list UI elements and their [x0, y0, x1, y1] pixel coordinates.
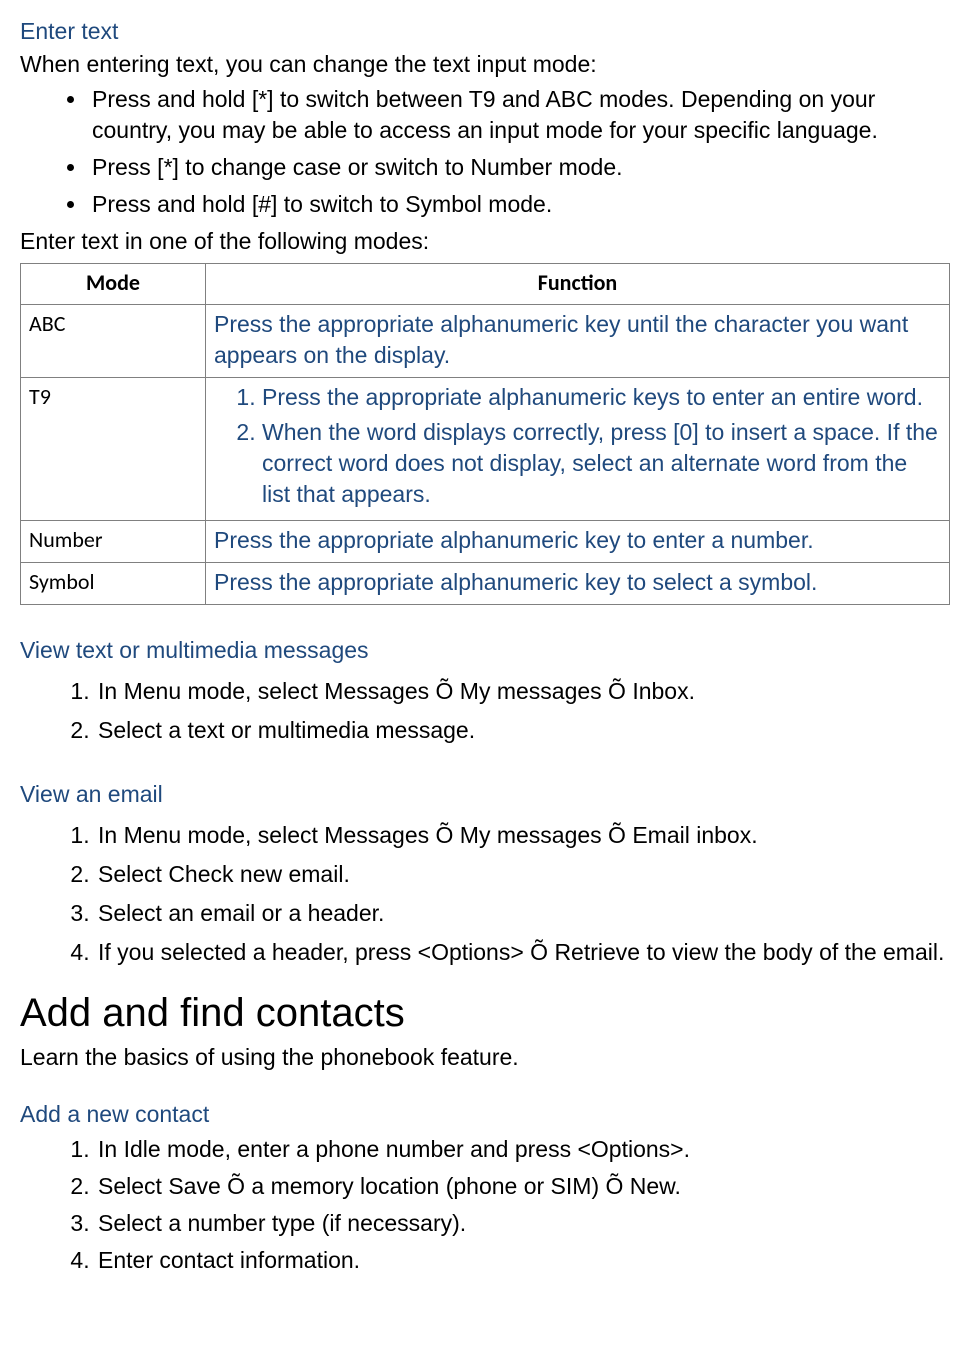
list-item: In Menu mode, select Messages Õ My messa…: [96, 676, 950, 707]
heading-view-email: View an email: [20, 779, 950, 810]
list-item: When the word displays correctly, press …: [262, 417, 941, 510]
heading-contacts: Add and find contacts: [20, 986, 950, 1040]
contacts-intro: Learn the basics of using the phonebook …: [20, 1042, 950, 1073]
enter-text-post: Enter text in one of the following modes…: [20, 226, 950, 257]
view-messages-steps: In Menu mode, select Messages Õ My messa…: [20, 676, 950, 746]
enter-text-intro: When entering text, you can change the t…: [20, 49, 950, 80]
list-item: Press the appropriate alphanumeric keys …: [262, 382, 941, 413]
add-contact-steps: In Idle mode, enter a phone number and p…: [20, 1134, 950, 1276]
heading-add-contact: Add a new contact: [20, 1099, 950, 1130]
list-item: Press and hold [#] to switch to Symbol m…: [88, 189, 950, 220]
func-cell: Press the appropriate alphanumeric key t…: [206, 563, 950, 605]
table-row: T9 Press the appropriate alphanumeric ke…: [21, 378, 950, 521]
list-item: Press [*] to change case or switch to Nu…: [88, 152, 950, 183]
list-item: If you selected a header, press <Options…: [96, 937, 950, 968]
list-item: Select an email or a header.: [96, 898, 950, 929]
modes-table: Mode Function ABC Press the appropriate …: [20, 263, 950, 605]
view-email-steps: In Menu mode, select Messages Õ My messa…: [20, 820, 950, 968]
mode-cell: ABC: [21, 305, 206, 378]
func-cell: Press the appropriate alphanumeric key t…: [206, 521, 950, 563]
table-row: ABC Press the appropriate alphanumeric k…: [21, 305, 950, 378]
func-cell: Press the appropriate alphanumeric key u…: [206, 305, 950, 378]
list-item: Select a number type (if necessary).: [96, 1208, 950, 1239]
table-header-function: Function: [206, 264, 950, 305]
heading-view-messages: View text or multimedia messages: [20, 635, 950, 666]
list-item: In Menu mode, select Messages Õ My messa…: [96, 820, 950, 851]
mode-cell: Symbol: [21, 563, 206, 605]
mode-cell: T9: [21, 378, 206, 521]
list-item: Select a text or multimedia message.: [96, 715, 950, 746]
list-item: Enter contact information.: [96, 1245, 950, 1276]
list-item: Select Save Õ a memory location (phone o…: [96, 1171, 950, 1202]
enter-text-bullets: Press and hold [*] to switch between T9 …: [20, 84, 950, 220]
func-cell: Press the appropriate alphanumeric keys …: [206, 378, 950, 521]
list-item: In Idle mode, enter a phone number and p…: [96, 1134, 950, 1165]
table-row: Symbol Press the appropriate alphanumeri…: [21, 563, 950, 605]
list-item: Select Check new email.: [96, 859, 950, 890]
list-item: Press and hold [*] to switch between T9 …: [88, 84, 950, 146]
mode-cell: Number: [21, 521, 206, 563]
heading-enter-text: Enter text: [20, 16, 950, 47]
table-header-mode: Mode: [21, 264, 206, 305]
table-row: Number Press the appropriate alphanumeri…: [21, 521, 950, 563]
